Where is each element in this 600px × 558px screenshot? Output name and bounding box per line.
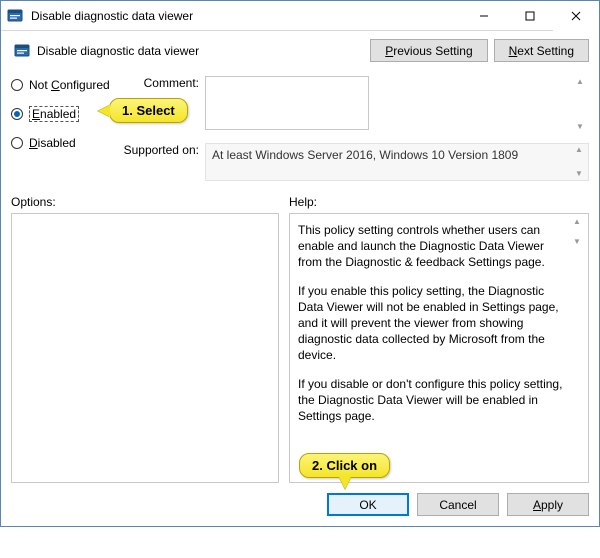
callout-click: 2. Click on [299,453,390,478]
title-bar: Disable diagnostic data viewer [1,1,599,31]
maximize-button[interactable] [507,1,553,31]
radio-indicator [11,108,23,120]
apply-button[interactable]: Apply [507,493,589,516]
radio-indicator [11,137,23,149]
supported-row: Supported on: At least Windows Server 20… [121,143,589,181]
radio-disabled[interactable]: Disabled [11,136,121,150]
options-pane: Options: [11,195,279,483]
dialog-button-row: 2. Click on OK Cancel Apply [11,493,589,516]
comment-label: Comment: [121,76,205,90]
close-button[interactable] [553,1,599,31]
cancel-button[interactable]: Cancel [417,493,499,516]
help-paragraph: If you disable or don't configure this p… [298,376,570,425]
previous-setting-button[interactable]: Previous Setting [370,39,487,62]
callout-text: 1. Select [122,103,175,118]
comment-input[interactable] [205,76,369,130]
radio-label: Not Configured [29,78,110,92]
window-title: Disable diagnostic data viewer [29,9,461,23]
radio-label: Enabled [29,106,79,122]
policy-name: Disable diagnostic data viewer [33,44,364,58]
help-scrollbar[interactable]: ▲▼ [570,218,584,246]
policy-icon [11,43,33,59]
help-box: This policy setting controls whether use… [289,213,589,483]
ok-button[interactable]: OK [327,493,409,516]
comment-scrollbar[interactable]: ▲▼ [573,78,587,131]
state-radio-group: Not Configured Enabled Disabled 1. Selec… [11,76,121,181]
header-row: Disable diagnostic data viewer Previous … [11,39,589,62]
radio-label: Disabled [29,136,76,150]
supported-on-value: At least Windows Server 2016, Windows 10… [212,148,518,162]
comment-row: Comment: ▲▼ [121,76,589,133]
callout-text: 2. Click on [312,458,377,473]
policy-editor-window: Disable diagnostic data viewer Disable d… [0,0,600,527]
radio-indicator [11,79,23,91]
next-setting-button[interactable]: Next Setting [494,39,589,62]
fields-column: Comment: ▲▼ Supported on: At least Windo… [121,76,589,181]
options-box [11,213,279,483]
supported-label: Supported on: [121,143,205,157]
config-grid: Not Configured Enabled Disabled 1. Selec… [11,76,589,181]
radio-not-configured[interactable]: Not Configured [11,78,121,92]
help-label: Help: [289,195,589,209]
help-pane: Help: This policy setting controls wheth… [289,195,589,483]
help-paragraph: If you enable this policy setting, the D… [298,283,570,364]
supported-on-box: At least Windows Server 2016, Windows 10… [205,143,589,181]
minimize-button[interactable] [461,1,507,31]
supported-scrollbar[interactable]: ▲▼ [572,146,586,178]
lower-panes: Options: Help: This policy setting contr… [11,195,589,483]
callout-select: 1. Select [109,98,188,123]
app-icon [1,8,29,24]
client-area: Disable diagnostic data viewer Previous … [1,31,599,526]
help-paragraph: This policy setting controls whether use… [298,222,570,271]
options-label: Options: [11,195,279,209]
